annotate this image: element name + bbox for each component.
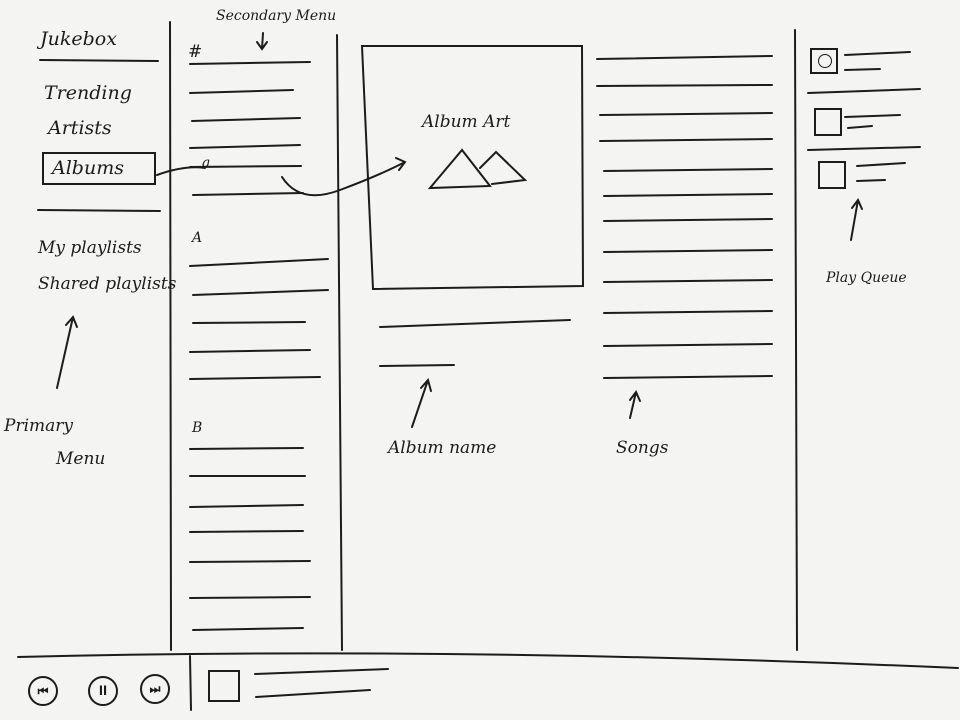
arrow-album-name <box>411 377 432 428</box>
next-icon[interactable]: ⏭ <box>140 674 170 704</box>
album-name-annotation: Album name <box>388 438 497 458</box>
queue-item-3-thumb[interactable] <box>818 161 846 189</box>
divider-player-controls <box>189 655 192 711</box>
nav-albums[interactable]: Albums <box>52 157 124 179</box>
queue-item-1-thumb[interactable] <box>810 48 838 74</box>
play-queue-annotation: Play Queue <box>826 270 907 286</box>
nav-shared-playlists[interactable]: Shared playlists <box>38 274 176 294</box>
section-header-a-lower: a <box>202 155 211 171</box>
album-art-label: Album Art <box>422 112 511 132</box>
arrow-albums-to-letter <box>156 166 206 176</box>
nav-artists[interactable]: Artists <box>48 117 112 139</box>
primary-menu-annotation-1: Primary <box>4 416 73 436</box>
primary-menu-annotation-2: Menu <box>56 449 106 469</box>
secondary-menu-annotation: Secondary Menu <box>216 8 337 24</box>
section-header-hash: # <box>188 42 203 62</box>
prev-icon[interactable]: ⏮ <box>28 676 58 706</box>
arrow-to-album-art <box>281 157 407 197</box>
songs-annotation: Songs <box>616 438 669 458</box>
now-playing-thumb[interactable] <box>208 670 240 702</box>
divider-main-queue <box>794 29 798 651</box>
mountain-icon <box>427 148 528 190</box>
divider-secondary-main <box>336 34 343 651</box>
section-header-b: B <box>192 420 203 436</box>
nav-trending[interactable]: Trending <box>44 82 132 104</box>
arrow-songs <box>629 390 641 419</box>
arrow-play-queue <box>850 198 863 241</box>
queue-item-2-thumb[interactable] <box>814 108 842 136</box>
divider-player-bar <box>17 652 959 669</box>
nav-my-playlists[interactable]: My playlists <box>38 238 142 258</box>
arrow-primary-menu <box>56 315 78 389</box>
section-header-a: A <box>192 230 203 246</box>
divider-primary-secondary <box>169 21 172 651</box>
pause-icon[interactable]: ll <box>88 676 118 706</box>
arrow-secondary-menu <box>256 32 268 51</box>
playing-icon <box>818 54 832 68</box>
app-name: Jukebox <box>40 28 117 50</box>
